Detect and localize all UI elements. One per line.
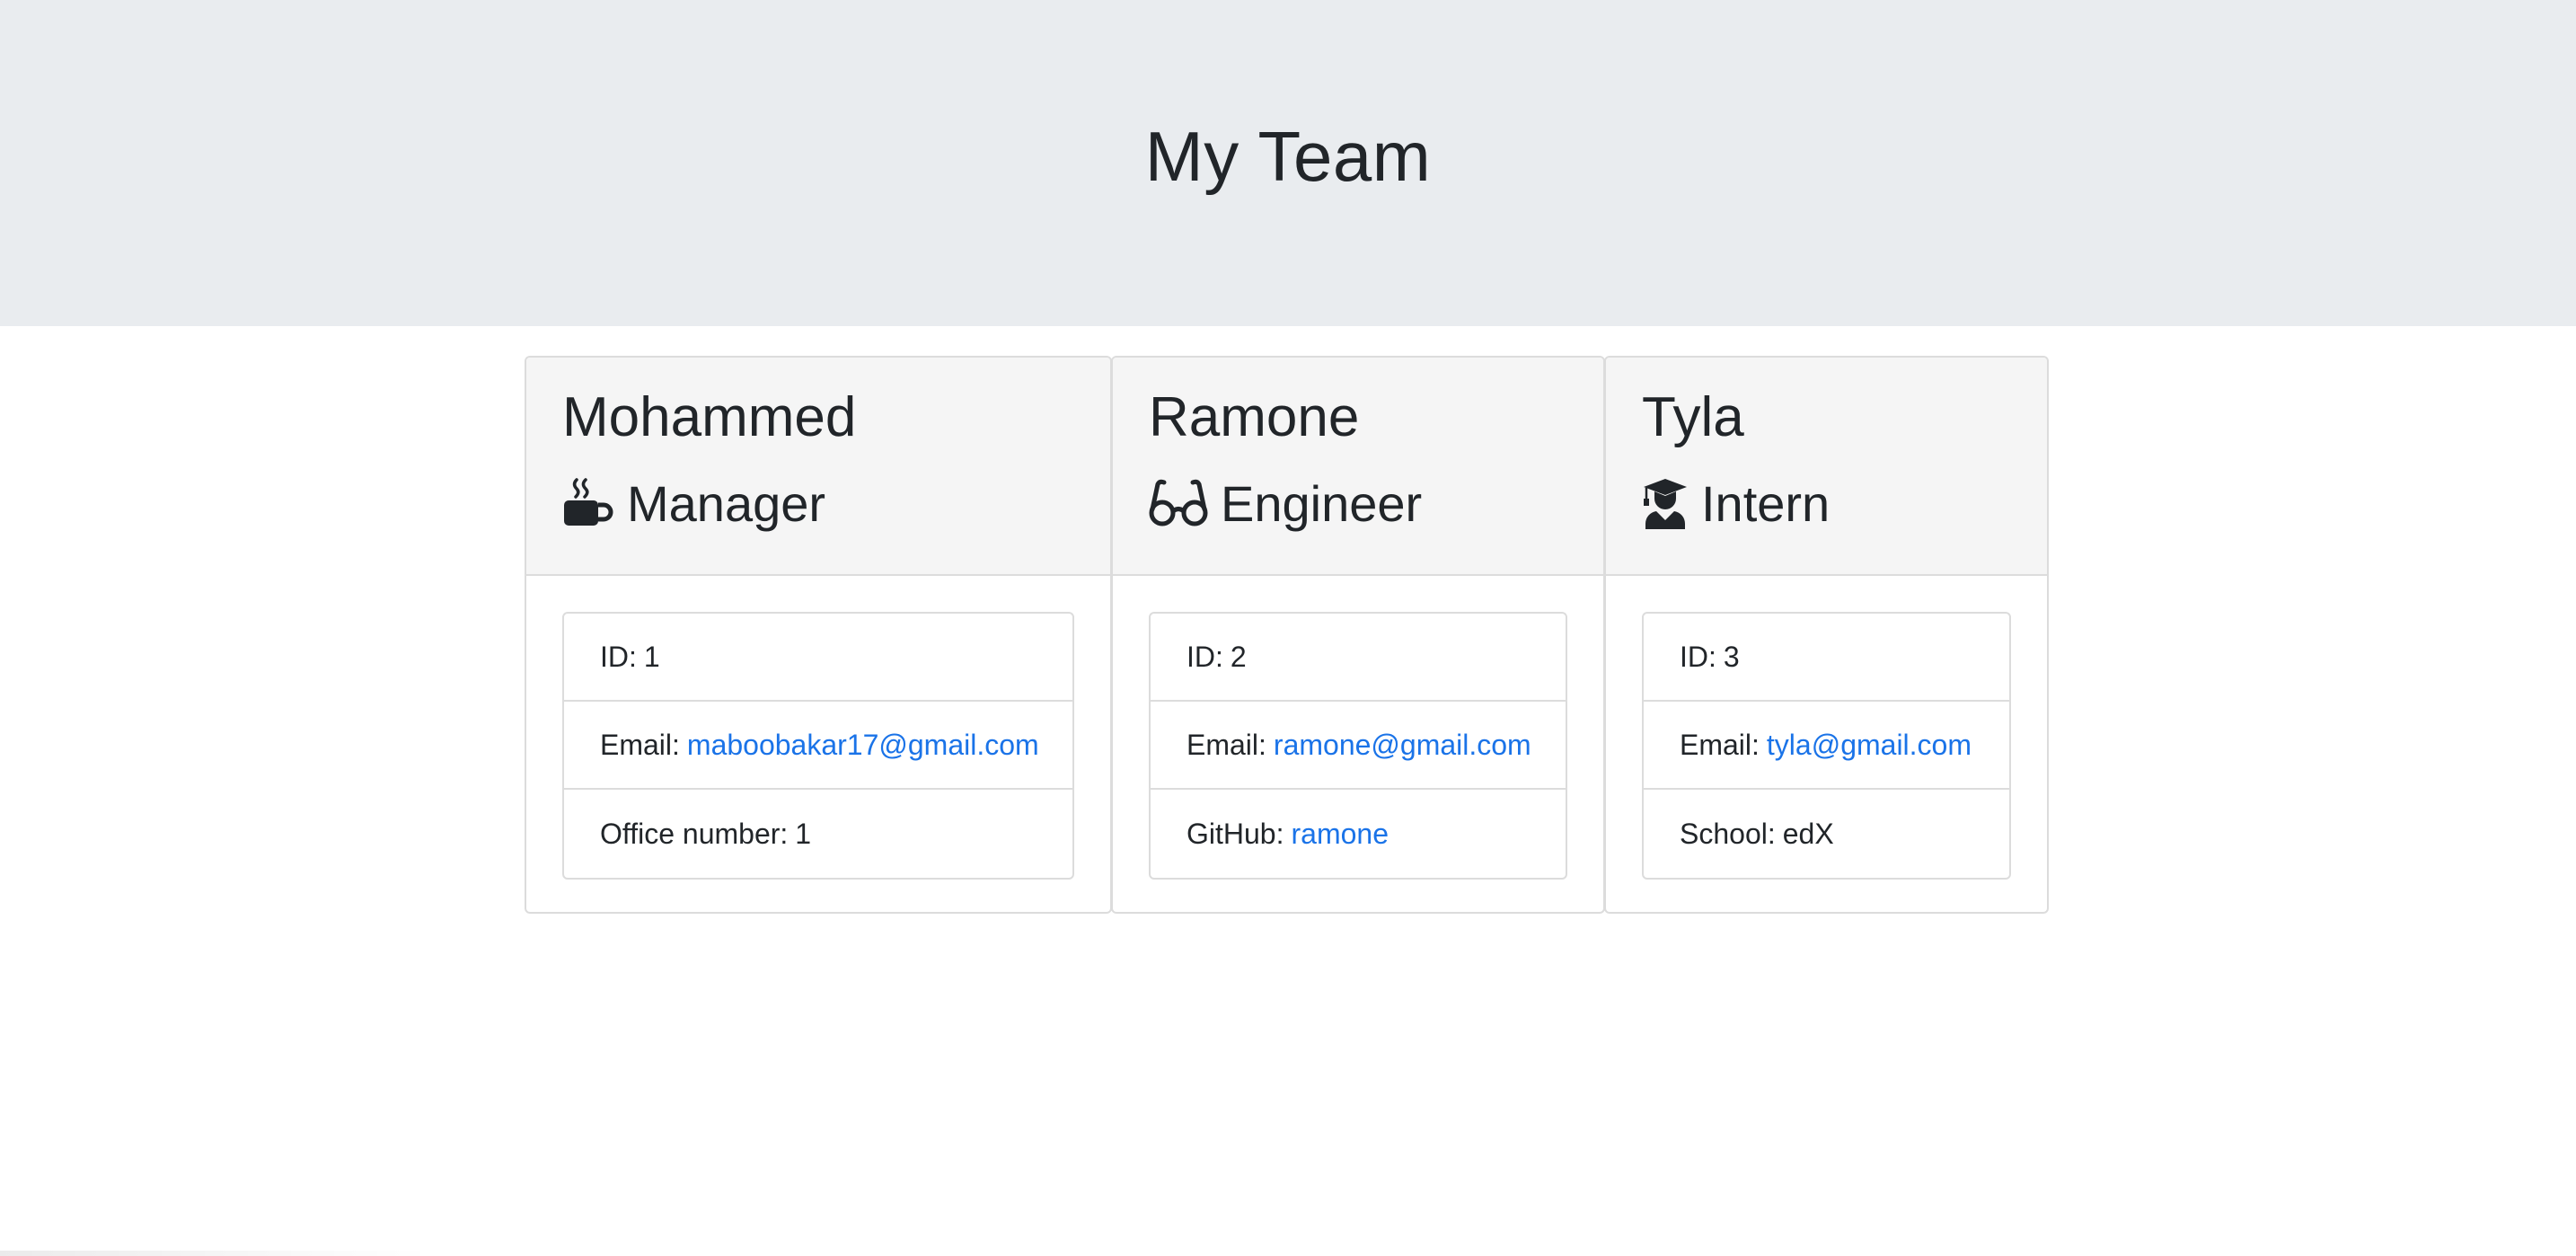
employee-name: Mohammed	[562, 386, 857, 448]
page-header: My Team	[0, 0, 2576, 326]
email-label: Email:	[1680, 728, 1760, 761]
school-value: edX	[1782, 817, 1834, 850]
employee-id: ID: 1	[564, 614, 1072, 702]
id-label: ID:	[600, 640, 637, 673]
email-link[interactable]: ramone@gmail.com	[1274, 729, 1531, 762]
employee-role: Engineer	[1149, 465, 1603, 541]
email-link[interactable]: maboobakar17@gmail.com	[687, 729, 1039, 762]
email-link[interactable]: tyla@gmail.com	[1767, 729, 1972, 762]
id-label: ID:	[1680, 640, 1716, 673]
card-header: Tyla Intern	[1606, 358, 2047, 576]
id-value: 1	[643, 640, 660, 673]
employee-id: ID: 3	[1644, 614, 2009, 702]
office-number-value: 1	[795, 817, 812, 850]
employee-role-label: Intern	[1701, 474, 1831, 532]
graduate-icon	[1642, 477, 1689, 529]
employee-details: ID: 1 Email: maboobakar17@gmail.com Offi…	[562, 612, 1074, 880]
employee-card-engineer: Ramone Engineer ID: 2 Email: ramone@gmai…	[1111, 356, 1605, 914]
employee-card-intern: Tyla Intern ID: 3 Email: tyla@gmail.com …	[1604, 356, 2049, 914]
employee-office-number: Office number: 1	[564, 790, 1072, 878]
card-body: ID: 3 Email: tyla@gmail.com School: edX	[1606, 576, 2047, 880]
card-header: Ramone Engineer	[1113, 358, 1603, 576]
employee-email: Email: ramone@gmail.com	[1151, 702, 1566, 790]
employee-role: Intern	[1642, 465, 2047, 541]
bottom-left-shadow	[0, 1251, 431, 1256]
employee-name: Tyla	[1642, 386, 1744, 448]
office-number-label: Office number:	[600, 817, 789, 850]
employee-role: Manager	[562, 465, 1110, 541]
employee-email: Email: tyla@gmail.com	[1644, 702, 2009, 790]
card-header: Mohammed Manager	[526, 358, 1110, 576]
github-label: GitHub:	[1187, 817, 1284, 850]
email-label: Email:	[1187, 728, 1266, 761]
email-label: Email:	[600, 728, 680, 761]
id-label: ID:	[1187, 640, 1223, 673]
github-link[interactable]: ramone	[1291, 818, 1389, 851]
employee-role-label: Manager	[627, 474, 826, 532]
employee-details: ID: 2 Email: ramone@gmail.com GitHub: ra…	[1149, 612, 1567, 880]
school-label: School:	[1680, 817, 1776, 850]
employee-school: School: edX	[1644, 790, 2009, 878]
id-value: 3	[1723, 640, 1740, 673]
employee-card-manager: Mohammed Manager ID: 1 Email: maboobakar…	[525, 356, 1112, 914]
card-body: ID: 2 Email: ramone@gmail.com GitHub: ra…	[1113, 576, 1603, 880]
employee-role-label: Engineer	[1221, 474, 1423, 532]
page-title: My Team	[1144, 117, 1432, 196]
card-body: ID: 1 Email: maboobakar17@gmail.com Offi…	[526, 576, 1110, 880]
employee-name: Ramone	[1149, 386, 1360, 448]
id-value: 2	[1230, 640, 1247, 673]
employee-github: GitHub: ramone	[1151, 790, 1566, 878]
coffee-mug-icon	[562, 477, 614, 529]
glasses-icon	[1149, 477, 1208, 529]
employee-email: Email: maboobakar17@gmail.com	[564, 702, 1072, 790]
employee-id: ID: 2	[1151, 614, 1566, 702]
employee-details: ID: 3 Email: tyla@gmail.com School: edX	[1642, 612, 2011, 880]
